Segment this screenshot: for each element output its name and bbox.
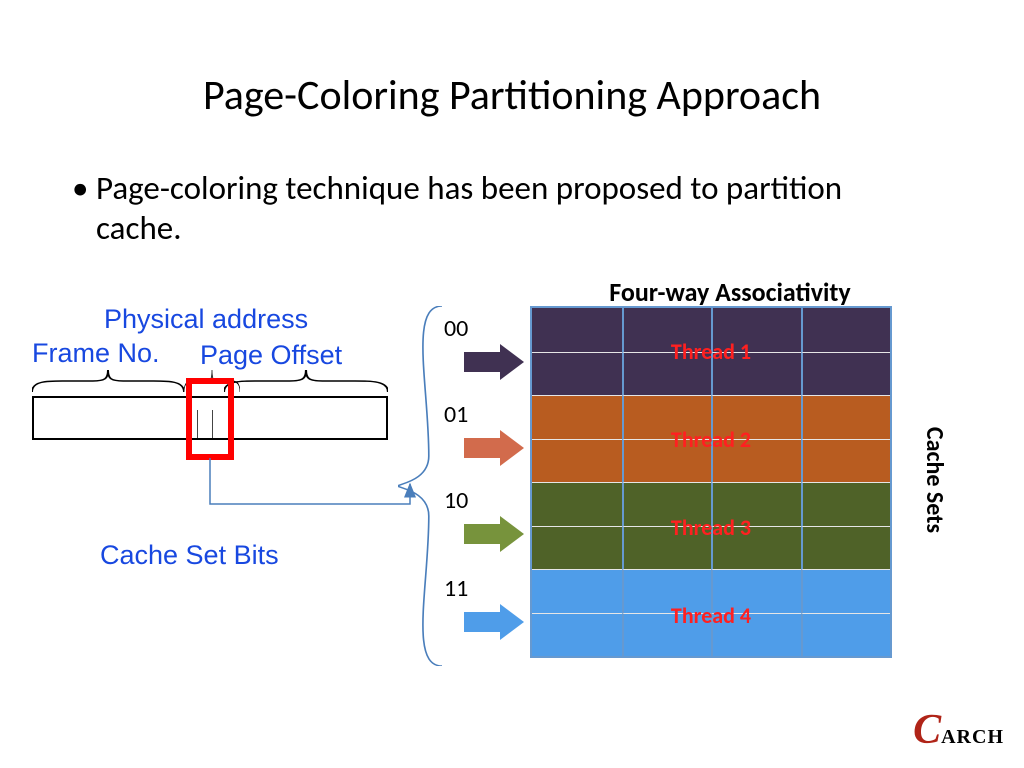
highlight-box bbox=[186, 378, 234, 460]
brace-offset-icon bbox=[224, 370, 388, 392]
label-associativity: Four-way Associativity bbox=[530, 276, 930, 308]
bullet-text: Page-coloring technique has been propose… bbox=[96, 168, 926, 248]
big-brace-icon bbox=[398, 306, 442, 666]
brace-frame-icon bbox=[32, 370, 184, 392]
label-cache-sets: Cache Sets bbox=[920, 427, 949, 533]
logo: CARCH bbox=[913, 706, 1004, 754]
bit-label-01: 01 bbox=[444, 400, 468, 429]
arrow-11: 11 bbox=[464, 604, 524, 645]
bit-label-00: 00 bbox=[444, 314, 468, 343]
thread-3-label: Thread 3 bbox=[530, 514, 892, 541]
bit-label-10: 10 bbox=[444, 486, 468, 515]
thread-1-label: Thread 1 bbox=[530, 338, 892, 365]
slide-title: Page-Coloring Partitioning Approach bbox=[0, 70, 1024, 121]
arrow-10: 10 bbox=[464, 516, 524, 557]
thread-2-label: Thread 2 bbox=[530, 426, 892, 453]
label-frame-number: Frame No. bbox=[32, 338, 160, 369]
connector-line-icon bbox=[210, 504, 430, 506]
label-page-offset: Page Offset bbox=[200, 340, 342, 371]
bit-label-11: 11 bbox=[444, 574, 468, 603]
thread-4-label: Thread 4 bbox=[530, 602, 892, 629]
label-physical-address: Physical address bbox=[104, 304, 308, 335]
arrow-01: 01 bbox=[464, 430, 524, 471]
arrow-00: 00 bbox=[464, 344, 524, 385]
label-cache-set-bits: Cache Set Bits bbox=[100, 540, 279, 571]
